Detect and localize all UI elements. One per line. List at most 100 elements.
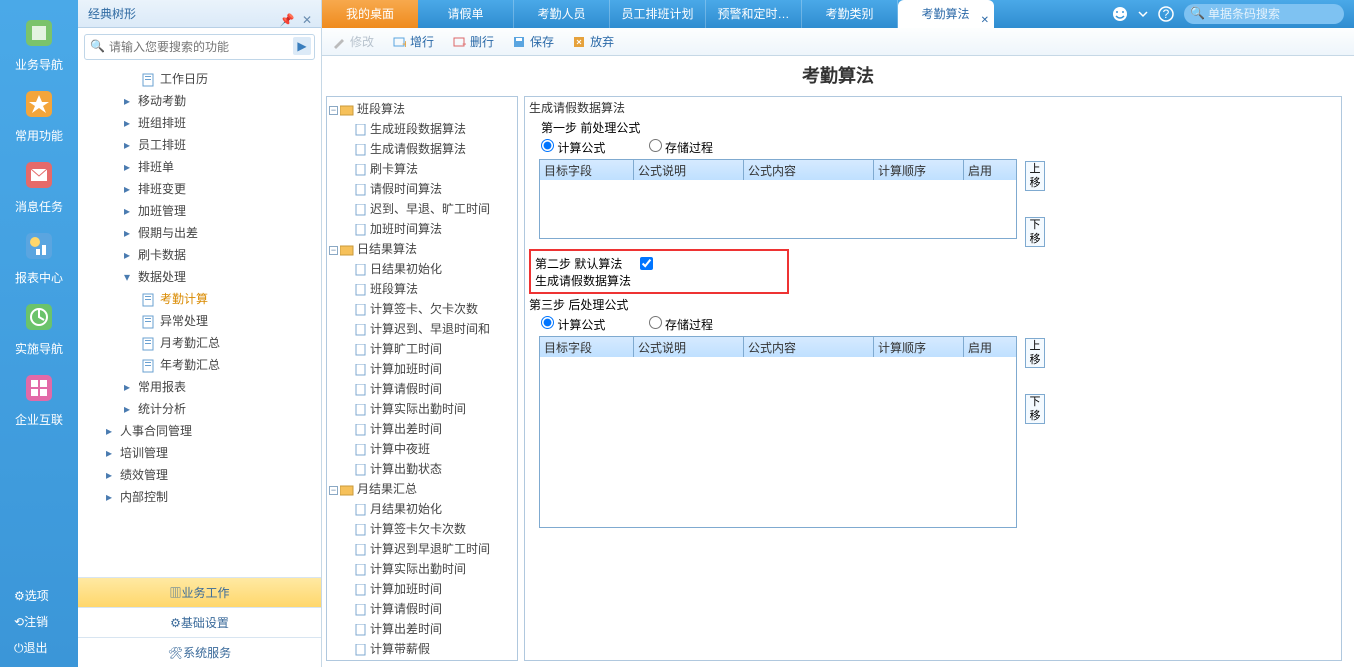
tab[interactable]: 预警和定时… <box>706 0 802 28</box>
tree-branch[interactable]: ▸内部控制 <box>78 486 321 508</box>
radio-proc-2[interactable]: 存储过程 <box>649 318 713 332</box>
tree-leaf[interactable]: 年考勤汇总 <box>78 354 321 376</box>
move-down-button[interactable]: 下移 <box>1025 394 1045 424</box>
algo-item[interactable]: 计算出勤状态 <box>327 459 517 479</box>
algo-folder[interactable]: −班段算法 <box>327 99 517 119</box>
algo-item[interactable]: 计算出差时间 <box>327 619 517 639</box>
tree-branch[interactable]: ▸培训管理 <box>78 442 321 464</box>
pre-formula-table[interactable]: 目标字段 公式说明 公式内容 计算顺序 启用 <box>539 159 1017 239</box>
sidebar-footer-base[interactable]: ⚙基础设置 <box>78 607 321 637</box>
algo-item[interactable]: 日结果初始化 <box>327 259 517 279</box>
post-formula-table[interactable]: 目标字段 公式说明 公式内容 计算顺序 启用 <box>539 336 1017 528</box>
default-algo-checkbox[interactable] <box>640 257 653 270</box>
close-icon[interactable]: ✕ <box>981 7 989 35</box>
table-body[interactable] <box>540 180 1016 238</box>
tree-branch[interactable]: ▸绩效管理 <box>78 464 321 486</box>
pin-icon[interactable]: 📌 <box>279 6 295 22</box>
tree-branch[interactable]: ▸人事合同管理 <box>78 420 321 442</box>
algo-item[interactable]: 计算请假时间 <box>327 599 517 619</box>
tree-branch[interactable]: ▸假期与出差 <box>78 222 321 244</box>
tree-branch[interactable]: ▸班组排班 <box>78 112 321 134</box>
algorithm-tree[interactable]: −班段算法生成班段数据算法生成请假数据算法刷卡算法请假时间算法迟到、早退、旷工时… <box>326 96 518 661</box>
tab[interactable]: 员工排班计划 <box>610 0 706 28</box>
radio-formula-2[interactable]: 计算公式 <box>541 318 605 332</box>
radio-proc-input[interactable] <box>649 139 662 152</box>
sidebar-footer-biz[interactable]: ▥业务工作 <box>78 577 321 607</box>
tab[interactable]: 请假单 <box>418 0 514 28</box>
algo-item[interactable]: 月结果初始化 <box>327 499 517 519</box>
tree-leaf[interactable]: 异常处理 <box>78 310 321 332</box>
delrow-button[interactable]: −删行 <box>452 33 494 50</box>
save-button[interactable]: 保存 <box>512 33 554 50</box>
algo-item[interactable]: 计算出差时间 <box>327 419 517 439</box>
rail-common[interactable]: 常用功能 <box>0 77 78 148</box>
algo-item[interactable]: 加班时间算法 <box>327 219 517 239</box>
rail-options[interactable]: ⚙选项 <box>0 583 78 609</box>
radio-proc[interactable]: 存储过程 <box>649 141 713 155</box>
move-up-button[interactable]: 上移 <box>1025 338 1045 368</box>
rail-biz-nav[interactable]: 业务导航 <box>0 6 78 77</box>
sidebar-footer-sys[interactable]: 🛠系统服务 <box>78 637 321 667</box>
algo-item[interactable]: 计算实际出勤时间 <box>327 399 517 419</box>
discard-button[interactable]: 放弃 <box>572 33 614 50</box>
minus-icon[interactable]: − <box>329 486 338 495</box>
algo-item[interactable]: 计算实际出勤时间 <box>327 559 517 579</box>
algo-folder[interactable]: −月结果汇总 <box>327 479 517 499</box>
algo-item[interactable]: 班段算法 <box>327 279 517 299</box>
tree-branch[interactable]: ▸移动考勤 <box>78 90 321 112</box>
algo-item[interactable]: 计算签卡、欠卡次数 <box>327 299 517 319</box>
tree-branch[interactable]: ▸加班管理 <box>78 200 321 222</box>
algo-item[interactable]: 计算签卡欠卡次数 <box>327 519 517 539</box>
close-icon[interactable]: ✕ <box>299 6 315 22</box>
tab[interactable]: 我的桌面 <box>322 0 418 28</box>
algo-item[interactable]: 请假时间算法 <box>327 179 517 199</box>
tree-leaf[interactable]: 月考勤汇总 <box>78 332 321 354</box>
algo-item[interactable]: 刷卡算法 <box>327 159 517 179</box>
rail-message[interactable]: 消息任务 <box>0 148 78 219</box>
tab[interactable]: 考勤人员 <box>514 0 610 28</box>
algo-item[interactable]: 迟到、早退、旷工时间 <box>327 199 517 219</box>
algo-item[interactable]: 计算加班时间 <box>327 359 517 379</box>
rail-report[interactable]: 报表中心 <box>0 219 78 290</box>
tree-leaf[interactable]: 考勤计算 <box>78 288 321 310</box>
tree-branch[interactable]: ▸排班变更 <box>78 178 321 200</box>
algo-item[interactable]: 计算结算年假 <box>327 659 517 661</box>
algo-folder[interactable]: −日结果算法 <box>327 239 517 259</box>
tab[interactable]: 考勤类别 <box>802 0 898 28</box>
help-icon[interactable]: ? <box>1158 6 1174 22</box>
algo-item[interactable]: 生成请假数据算法 <box>327 139 517 159</box>
move-down-button[interactable]: 下移 <box>1025 217 1045 247</box>
move-up-button[interactable]: 上移 <box>1025 161 1045 191</box>
algo-item[interactable]: 计算带薪假 <box>327 639 517 659</box>
minus-icon[interactable]: − <box>329 106 338 115</box>
table-body[interactable] <box>540 357 1016 527</box>
tab[interactable]: 考勤算法✕ <box>898 0 994 28</box>
search-go-icon[interactable]: ▶ <box>293 37 311 55</box>
tree-branch[interactable]: ▸排班单 <box>78 156 321 178</box>
addrow-button[interactable]: +增行 <box>392 33 434 50</box>
algo-item[interactable]: 计算加班时间 <box>327 579 517 599</box>
tree-branch[interactable]: ▸统计分析 <box>78 398 321 420</box>
tree-branch[interactable]: ▾数据处理 <box>78 266 321 288</box>
algo-item[interactable]: 计算迟到早退旷工时间 <box>327 539 517 559</box>
tree-branch[interactable]: ▸员工排班 <box>78 134 321 156</box>
barcode-search-input[interactable] <box>1184 4 1344 24</box>
tree-branch[interactable]: ▸常用报表 <box>78 376 321 398</box>
radio-formula[interactable]: 计算公式 <box>541 141 605 155</box>
radio-formula-input[interactable] <box>541 139 554 152</box>
rail-ent-link[interactable]: 企业互联 <box>0 361 78 432</box>
rail-impl[interactable]: 实施导航 <box>0 290 78 361</box>
minus-icon[interactable]: − <box>329 246 338 255</box>
rail-logout[interactable]: ⟲注销 <box>0 609 78 635</box>
search-input[interactable] <box>84 34 315 60</box>
algo-item[interactable]: 计算请假时间 <box>327 379 517 399</box>
chevron-down-icon[interactable] <box>1138 9 1148 19</box>
tree-branch[interactable]: ▸刷卡数据 <box>78 244 321 266</box>
algo-item[interactable]: 计算中夜班 <box>327 439 517 459</box>
smile-icon[interactable] <box>1112 6 1128 22</box>
algo-item[interactable]: 计算迟到、早退时间和 <box>327 319 517 339</box>
tree-leaf[interactable]: 工作日历 <box>78 68 321 90</box>
algo-item[interactable]: 生成班段数据算法 <box>327 119 517 139</box>
radio-proc-2-input[interactable] <box>649 316 662 329</box>
rail-exit[interactable]: ⏻退出 <box>0 635 78 661</box>
